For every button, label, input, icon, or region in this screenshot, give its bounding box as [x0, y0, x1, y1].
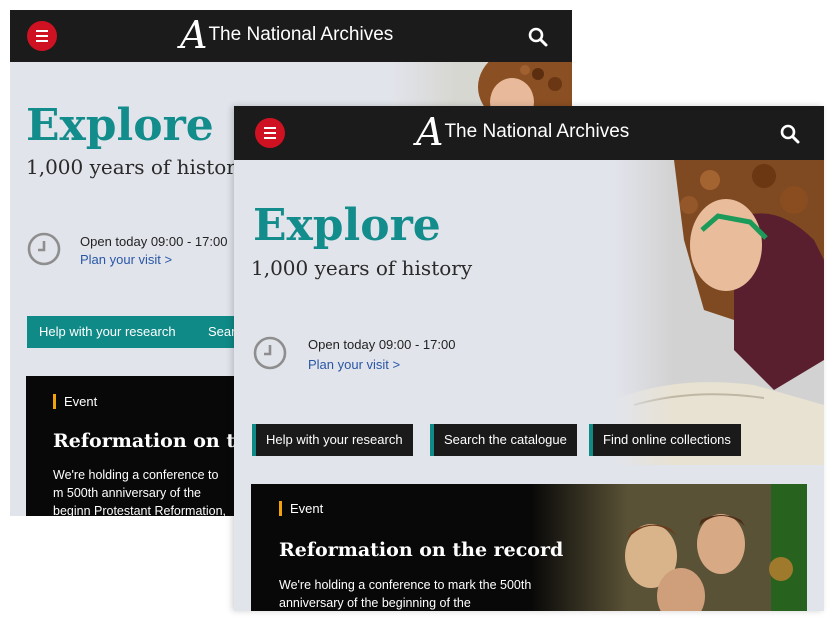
brand-name: The National Archives: [208, 24, 394, 45]
opening-hours: Open today 09:00 - 17:00: [80, 234, 228, 249]
archives-logo: A: [416, 110, 443, 154]
hero-title: Explore: [26, 100, 214, 151]
event-description: We're holding a conference to m 500th an…: [53, 468, 227, 516]
site-logo[interactable]: A The National Archives: [180, 13, 394, 57]
top-navigation-bar: A The National Archives: [10, 10, 572, 62]
opening-hours: Open today 09:00 - 17:00: [308, 337, 456, 352]
help-with-research-button[interactable]: Help with your research: [27, 316, 201, 348]
event-card[interactable]: Event Reformation on the record We're ho…: [251, 484, 807, 611]
hero-photo: [614, 160, 824, 465]
event-title[interactable]: Reformation on the record: [279, 539, 563, 561]
hero-subtitle: 1,000 years of history: [251, 256, 473, 280]
hamburger-icon[interactable]: [27, 21, 57, 51]
event-tag: Event: [279, 501, 323, 516]
hero-title: Explore: [253, 200, 441, 251]
clock-icon: [27, 232, 61, 266]
event-tag: Event: [53, 394, 97, 409]
help-with-research-button[interactable]: Help with your research: [252, 424, 413, 456]
search-catalogue-button[interactable]: Search the catalogue: [430, 424, 577, 456]
event-description: We're holding a conference to mark the 5…: [279, 578, 532, 610]
event-painting: [531, 484, 807, 611]
archives-logo: A: [180, 13, 207, 57]
top-navigation-bar: A The National Archives: [234, 106, 824, 160]
clock-icon: [253, 336, 287, 370]
foreground-screenshot: A The National Archives Explore 1,000 ye…: [234, 106, 824, 611]
hero-subtitle: 1,000 years of history: [26, 155, 248, 179]
plan-your-visit-link[interactable]: Plan your visit >: [308, 357, 400, 372]
find-online-collections-button[interactable]: Find online collections: [589, 424, 741, 456]
search-icon[interactable]: [778, 122, 802, 146]
event-title[interactable]: Reformation on the: [53, 430, 261, 452]
plan-your-visit-link[interactable]: Plan your visit >: [80, 252, 172, 267]
search-icon[interactable]: [526, 25, 550, 49]
hamburger-icon[interactable]: [255, 118, 285, 148]
brand-name: The National Archives: [444, 121, 630, 142]
site-logo[interactable]: A The National Archives: [416, 110, 630, 154]
